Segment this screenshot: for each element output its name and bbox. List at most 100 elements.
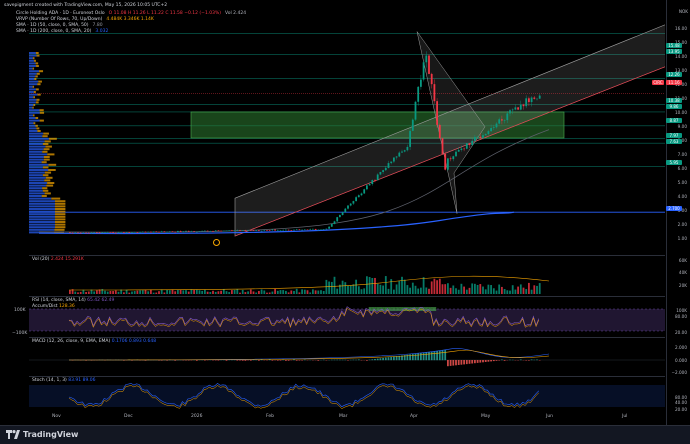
rsi-overbought-fill <box>390 307 393 311</box>
stoch-label[interactable]: Stoch (14, 1, 3) <box>32 378 67 383</box>
legend-sma200[interactable]: SMA · 1D (200, close, 0, SMA, 20) <box>16 29 91 35</box>
ad-label[interactable]: Accum/Dist <box>32 304 58 309</box>
candle-body <box>401 152 403 153</box>
price-level-label: 5.95 <box>666 160 682 165</box>
pane-tick: 20.00 <box>675 330 687 335</box>
macd-histogram-bar <box>353 360 355 361</box>
volume-bar <box>485 289 487 294</box>
volume-profile-bar <box>29 96 33 98</box>
pane-tick: 80.00 <box>675 314 687 319</box>
candle-body <box>218 230 220 231</box>
candle-body <box>512 109 514 110</box>
volume-profile-bar <box>29 127 36 129</box>
candle-body <box>342 212 344 215</box>
rsi-label[interactable]: RSI (14, close, SMA, 14) <box>32 298 86 303</box>
vol-label[interactable]: Vol (20) <box>32 257 49 262</box>
stoch-vals: 83.91 89.06 <box>68 378 95 383</box>
volume-bar <box>474 284 476 294</box>
volume-bar <box>458 290 460 294</box>
event-marker-icon[interactable] <box>213 239 220 246</box>
candle-body <box>466 143 468 148</box>
volume-bar <box>307 290 309 294</box>
macd-histogram-bar <box>304 360 306 361</box>
chart-caption: savepigment created with TradingView.com… <box>4 3 167 9</box>
macd-histogram-bar <box>469 360 471 364</box>
price-pane[interactable] <box>29 12 665 256</box>
rsi-pane[interactable] <box>29 297 665 338</box>
volume-bar <box>209 292 211 294</box>
macd-histogram-bar <box>393 357 395 361</box>
macd-histogram-bar <box>250 360 252 361</box>
macd-histogram-bar <box>431 352 433 361</box>
price-tick: 14.00 <box>675 54 687 59</box>
candle-body <box>450 158 452 159</box>
rsi-overbought-fill <box>380 307 383 311</box>
tradingview-logo[interactable]: TradingView <box>6 430 78 439</box>
volume-profile-bar <box>42 187 47 189</box>
macd-histogram-bar <box>436 351 438 360</box>
volume-bar <box>366 276 368 294</box>
candle-body <box>366 185 368 189</box>
macd-histogram-bar <box>196 360 198 361</box>
time-axis[interactable]: NovDec2026FebMarAprMayJunJul <box>29 412 665 424</box>
macd-histogram-bar <box>439 351 441 361</box>
volume-profile-bar <box>55 205 65 207</box>
volume-bar <box>528 283 530 294</box>
macd-legend: MACD (12, 26, close, 9, EMA, EMA) 0.1706… <box>32 339 156 345</box>
price-tick: 16.00 <box>675 26 687 31</box>
candle-body <box>312 229 314 230</box>
rsi-overbought-fill <box>404 307 407 311</box>
volume-profile-bar <box>29 65 36 67</box>
volume-profile-bar <box>44 148 50 150</box>
pane-tick: 60K <box>679 258 687 263</box>
volume-profile-bar <box>43 143 49 145</box>
candle-body <box>420 80 422 87</box>
price-level-label: 2.700 <box>666 206 682 211</box>
volume-bar <box>290 290 292 294</box>
time-label: Mar <box>339 414 348 419</box>
candle-body <box>296 229 298 230</box>
volume-profile-bar <box>51 198 60 200</box>
candle-body <box>191 231 193 232</box>
pane-tick: 20.00 <box>675 407 687 412</box>
pane-tick: 0.000 <box>675 358 687 363</box>
candle-body <box>501 119 503 120</box>
macd-histogram-bar <box>482 360 484 362</box>
candle-body <box>463 149 465 150</box>
candle-body <box>290 230 292 231</box>
candle-body <box>355 197 357 201</box>
volume-profile-bar <box>29 83 37 85</box>
volume-bar <box>147 291 149 294</box>
candle-body <box>334 221 336 224</box>
volume-bar <box>137 291 139 294</box>
volume-bar <box>315 290 317 294</box>
volume-bar <box>501 287 503 294</box>
volume-bar <box>347 286 349 294</box>
rsi-vals: 65.42 62.49 <box>87 298 114 303</box>
stoch-pane[interactable] <box>29 377 665 412</box>
volume-profile-bar <box>37 83 40 85</box>
volume-profile-bar <box>29 182 47 184</box>
volume-bar <box>520 284 522 294</box>
macd-line <box>69 348 549 360</box>
candle-body <box>177 231 179 232</box>
candle-body <box>380 172 382 175</box>
volume-bar <box>393 290 395 294</box>
macd-histogram-bar <box>358 359 360 360</box>
candle-body <box>528 98 530 102</box>
candle-body <box>131 232 133 233</box>
macd-label[interactable]: MACD (12, 26, close, 9, EMA, EMA) <box>32 339 110 344</box>
volume-profile-bar <box>39 70 43 72</box>
volume-profile-bar <box>29 91 34 93</box>
volume-profile-bar <box>35 125 38 127</box>
rsi-overbought-fill <box>382 307 385 311</box>
candle-body <box>377 174 379 180</box>
volume-pane[interactable] <box>29 256 665 297</box>
volume-bar <box>250 289 252 294</box>
volume-bar <box>274 289 276 294</box>
volume-profile-bar <box>29 216 55 218</box>
volume-bar <box>77 292 79 294</box>
volume-bar <box>242 290 244 294</box>
macd-histogram-bar <box>374 359 376 360</box>
price-level-label: 12.26 <box>666 72 682 77</box>
